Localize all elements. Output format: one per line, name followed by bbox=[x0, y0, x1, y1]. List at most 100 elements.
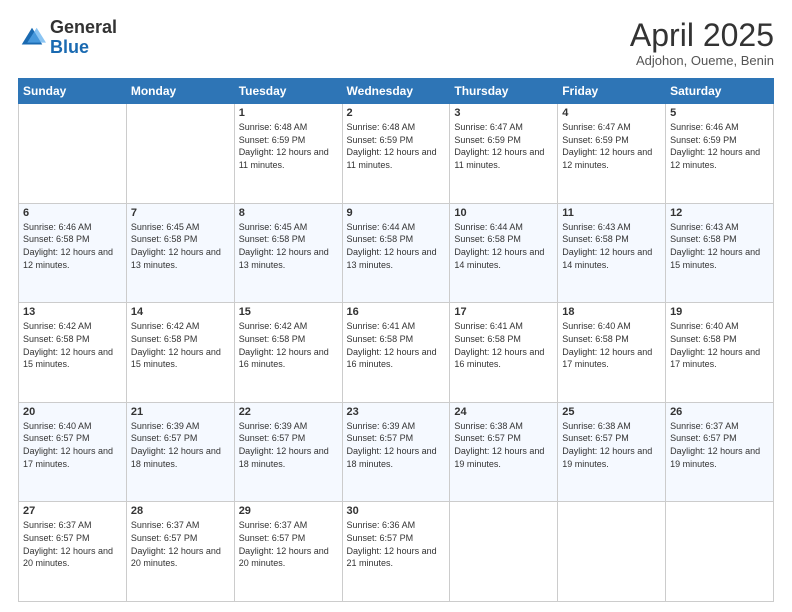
day-info: Sunrise: 6:43 AM Sunset: 6:58 PM Dayligh… bbox=[670, 221, 769, 271]
day-number: 26 bbox=[670, 406, 769, 418]
calendar-cell: 16 Sunrise: 6:41 AM Sunset: 6:58 PM Dayli… bbox=[342, 303, 450, 403]
day-info: Sunrise: 6:40 AM Sunset: 6:58 PM Dayligh… bbox=[670, 320, 769, 370]
calendar-cell: 26 Sunrise: 6:37 AM Sunset: 6:57 PM Dayli… bbox=[666, 402, 774, 502]
day-number: 10 bbox=[454, 207, 553, 219]
logo-text: General Blue bbox=[50, 18, 117, 58]
calendar-cell: 8Sunrise: 6:45 AM Sunset: 6:58 PM Daylig… bbox=[234, 203, 342, 303]
calendar-cell bbox=[666, 502, 774, 602]
day-number: 11 bbox=[562, 207, 661, 219]
day-number: 18 bbox=[562, 306, 661, 318]
week-row-3: 13Sunrise: 6:42 AM Sunset: 6:58 PM Dayli… bbox=[19, 303, 774, 403]
day-number: 3 bbox=[454, 107, 553, 119]
calendar-cell: 13Sunrise: 6:42 AM Sunset: 6:58 PM Dayli… bbox=[19, 303, 127, 403]
header-wednesday: Wednesday bbox=[342, 79, 450, 104]
calendar-cell: 7 Sunrise: 6:45 AM Sunset: 6:58 PM Daylig… bbox=[126, 203, 234, 303]
day-number: 21 bbox=[131, 406, 230, 418]
calendar-cell: 9 Sunrise: 6:44 AM Sunset: 6:58 PM Daylig… bbox=[342, 203, 450, 303]
day-info: Sunrise: 6:37 AM Sunset: 6:57 PM Dayligh… bbox=[670, 420, 769, 470]
header-saturday: Saturday bbox=[666, 79, 774, 104]
day-info: Sunrise: 6:44 AM Sunset: 6:58 PM Dayligh… bbox=[454, 221, 553, 271]
calendar-cell: 25Sunrise: 6:38 AM Sunset: 6:57 PM Dayli… bbox=[558, 402, 666, 502]
day-info: Sunrise: 6:40 AM Sunset: 6:57 PM Dayligh… bbox=[23, 420, 122, 470]
calendar-cell: 23 Sunrise: 6:39 AM Sunset: 6:57 PM Dayli… bbox=[342, 402, 450, 502]
page: General Blue April 2025 Adjohon, Oueme, … bbox=[0, 0, 792, 612]
day-info: Sunrise: 6:39 AM Sunset: 6:57 PM Dayligh… bbox=[239, 420, 338, 470]
day-number: 17 bbox=[454, 306, 553, 318]
calendar-table: Sunday Monday Tuesday Wednesday Thursday… bbox=[18, 78, 774, 602]
day-info: Sunrise: 6:38 AM Sunset: 6:57 PM Dayligh… bbox=[562, 420, 661, 470]
day-number: 29 bbox=[239, 505, 338, 517]
day-info: Sunrise: 6:48 AM Sunset: 6:59 PM Dayligh… bbox=[347, 121, 446, 171]
calendar-cell: 11Sunrise: 6:43 AM Sunset: 6:58 PM Dayli… bbox=[558, 203, 666, 303]
calendar-cell: 27 Sunrise: 6:37 AM Sunset: 6:57 PM Dayli… bbox=[19, 502, 127, 602]
day-number: 16 bbox=[347, 306, 446, 318]
day-number: 15 bbox=[239, 306, 338, 318]
day-number: 19 bbox=[670, 306, 769, 318]
day-info: Sunrise: 6:45 AM Sunset: 6:58 PM Dayligh… bbox=[131, 221, 230, 271]
logo-blue: Blue bbox=[50, 37, 89, 57]
day-info: Sunrise: 6:37 AM Sunset: 6:57 PM Dayligh… bbox=[239, 519, 338, 569]
day-info: Sunrise: 6:39 AM Sunset: 6:57 PM Dayligh… bbox=[347, 420, 446, 470]
day-info: Sunrise: 6:42 AM Sunset: 6:58 PM Dayligh… bbox=[131, 320, 230, 370]
calendar-cell: 10 Sunrise: 6:44 AM Sunset: 6:58 PM Dayli… bbox=[450, 203, 558, 303]
calendar-cell: 20 Sunrise: 6:40 AM Sunset: 6:57 PM Dayli… bbox=[19, 402, 127, 502]
calendar-cell: 21 Sunrise: 6:39 AM Sunset: 6:57 PM Dayli… bbox=[126, 402, 234, 502]
day-info: Sunrise: 6:47 AM Sunset: 6:59 PM Dayligh… bbox=[562, 121, 661, 171]
calendar-cell: 12 Sunrise: 6:43 AM Sunset: 6:58 PM Dayli… bbox=[666, 203, 774, 303]
day-number: 30 bbox=[347, 505, 446, 517]
calendar-cell: 19 Sunrise: 6:40 AM Sunset: 6:58 PM Dayli… bbox=[666, 303, 774, 403]
header-monday: Monday bbox=[126, 79, 234, 104]
calendar-cell: 30Sunrise: 6:36 AM Sunset: 6:57 PM Dayli… bbox=[342, 502, 450, 602]
day-number: 1 bbox=[239, 107, 338, 119]
calendar-cell: 18 Sunrise: 6:40 AM Sunset: 6:58 PM Dayli… bbox=[558, 303, 666, 403]
day-number: 24 bbox=[454, 406, 553, 418]
header-thursday: Thursday bbox=[450, 79, 558, 104]
day-info: Sunrise: 6:41 AM Sunset: 6:58 PM Dayligh… bbox=[454, 320, 553, 370]
calendar-cell: 29 Sunrise: 6:37 AM Sunset: 6:57 PM Dayli… bbox=[234, 502, 342, 602]
calendar-cell: 14 Sunrise: 6:42 AM Sunset: 6:58 PM Dayli… bbox=[126, 303, 234, 403]
header-tuesday: Tuesday bbox=[234, 79, 342, 104]
day-info: Sunrise: 6:38 AM Sunset: 6:57 PM Dayligh… bbox=[454, 420, 553, 470]
weekday-header-row: Sunday Monday Tuesday Wednesday Thursday… bbox=[19, 79, 774, 104]
calendar-cell: 1Sunrise: 6:48 AM Sunset: 6:59 PM Daylig… bbox=[234, 104, 342, 204]
calendar-cell: 5 Sunrise: 6:46 AM Sunset: 6:59 PM Daylig… bbox=[666, 104, 774, 204]
day-number: 9 bbox=[347, 207, 446, 219]
week-row-2: 6 Sunrise: 6:46 AM Sunset: 6:58 PM Daylig… bbox=[19, 203, 774, 303]
day-number: 6 bbox=[23, 207, 122, 219]
calendar-cell: 15Sunrise: 6:42 AM Sunset: 6:58 PM Dayli… bbox=[234, 303, 342, 403]
calendar-cell: 3Sunrise: 6:47 AM Sunset: 6:59 PM Daylig… bbox=[450, 104, 558, 204]
location: Adjohon, Oueme, Benin bbox=[630, 53, 774, 68]
day-number: 20 bbox=[23, 406, 122, 418]
month-title: April 2025 bbox=[630, 18, 774, 53]
day-number: 23 bbox=[347, 406, 446, 418]
calendar-cell bbox=[558, 502, 666, 602]
day-info: Sunrise: 6:39 AM Sunset: 6:57 PM Dayligh… bbox=[131, 420, 230, 470]
day-number: 12 bbox=[670, 207, 769, 219]
title-block: April 2025 Adjohon, Oueme, Benin bbox=[630, 18, 774, 68]
day-number: 14 bbox=[131, 306, 230, 318]
calendar-cell: 6 Sunrise: 6:46 AM Sunset: 6:58 PM Daylig… bbox=[19, 203, 127, 303]
day-info: Sunrise: 6:46 AM Sunset: 6:58 PM Dayligh… bbox=[23, 221, 122, 271]
day-info: Sunrise: 6:37 AM Sunset: 6:57 PM Dayligh… bbox=[23, 519, 122, 569]
header-sunday: Sunday bbox=[19, 79, 127, 104]
day-info: Sunrise: 6:41 AM Sunset: 6:58 PM Dayligh… bbox=[347, 320, 446, 370]
day-number: 5 bbox=[670, 107, 769, 119]
day-number: 22 bbox=[239, 406, 338, 418]
calendar-cell: 22 Sunrise: 6:39 AM Sunset: 6:57 PM Dayli… bbox=[234, 402, 342, 502]
calendar-cell: 28Sunrise: 6:37 AM Sunset: 6:57 PM Dayli… bbox=[126, 502, 234, 602]
day-info: Sunrise: 6:37 AM Sunset: 6:57 PM Dayligh… bbox=[131, 519, 230, 569]
day-number: 4 bbox=[562, 107, 661, 119]
logo: General Blue bbox=[18, 18, 117, 58]
week-row-5: 27 Sunrise: 6:37 AM Sunset: 6:57 PM Dayli… bbox=[19, 502, 774, 602]
day-info: Sunrise: 6:44 AM Sunset: 6:58 PM Dayligh… bbox=[347, 221, 446, 271]
day-info: Sunrise: 6:40 AM Sunset: 6:58 PM Dayligh… bbox=[562, 320, 661, 370]
day-number: 27 bbox=[23, 505, 122, 517]
logo-general: General bbox=[50, 17, 117, 37]
day-number: 7 bbox=[131, 207, 230, 219]
day-info: Sunrise: 6:46 AM Sunset: 6:59 PM Dayligh… bbox=[670, 121, 769, 171]
calendar-cell: 17 Sunrise: 6:41 AM Sunset: 6:58 PM Dayli… bbox=[450, 303, 558, 403]
calendar-cell bbox=[19, 104, 127, 204]
calendar-cell: 24 Sunrise: 6:38 AM Sunset: 6:57 PM Dayli… bbox=[450, 402, 558, 502]
week-row-1: 1 Sunrise: 6:48 AM Sunset: 6:59 PM Daylig… bbox=[19, 104, 774, 204]
logo-icon bbox=[18, 24, 46, 52]
